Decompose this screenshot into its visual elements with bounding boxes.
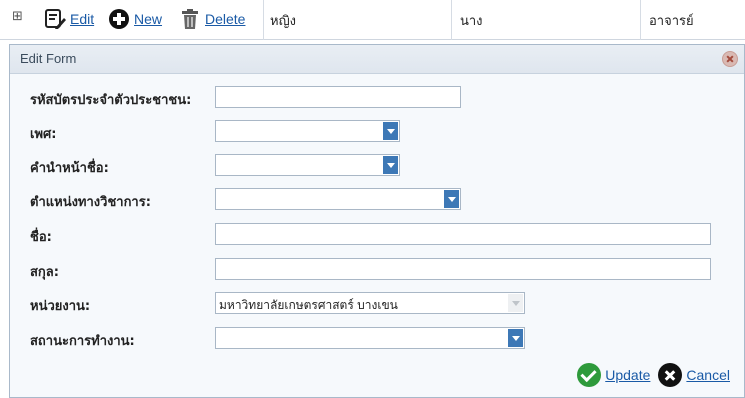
prefix-cell: นาง bbox=[460, 13, 483, 28]
chevron-down-icon[interactable] bbox=[383, 122, 398, 140]
academic-position-select[interactable] bbox=[215, 188, 461, 210]
prefix-label: คำนำหน้าชื่อ: bbox=[30, 161, 109, 176]
chevron-down-icon[interactable] bbox=[383, 156, 398, 174]
column-divider bbox=[263, 0, 264, 40]
delete-command[interactable]: Delete bbox=[179, 8, 245, 30]
column-divider bbox=[451, 0, 452, 40]
last-name-label: สกุล: bbox=[30, 265, 59, 280]
department-select[interactable]: มหาวิทยาลัยเกษตรศาสตร์ บางเขน bbox=[215, 292, 525, 314]
form-title: Edit Form bbox=[20, 51, 77, 66]
gender-label: เพศ: bbox=[30, 127, 57, 142]
prefix-select[interactable] bbox=[215, 154, 400, 176]
department-label: หน่วยงาน: bbox=[30, 299, 91, 314]
chevron-down-icon[interactable] bbox=[444, 190, 459, 208]
academic-position-label: ตำแหน่งทางวิชาการ: bbox=[30, 195, 151, 210]
edit-command[interactable]: Edit bbox=[44, 8, 94, 30]
gender-select[interactable] bbox=[215, 120, 400, 142]
new-link[interactable]: New bbox=[134, 11, 162, 27]
form-header: Edit Form bbox=[10, 45, 744, 74]
checkmark-icon[interactable] bbox=[577, 363, 602, 387]
expand-icon[interactable]: ⊞ bbox=[12, 9, 23, 24]
first-name-label: ชื่อ: bbox=[30, 230, 52, 245]
academic-position-cell: อาจารย์ bbox=[649, 13, 694, 28]
edit-link[interactable]: Edit bbox=[70, 11, 94, 27]
delete-link[interactable]: Delete bbox=[205, 11, 245, 27]
column-divider bbox=[640, 0, 641, 40]
chevron-down-icon bbox=[508, 294, 523, 312]
citizen-id-input[interactable] bbox=[215, 86, 461, 108]
chevron-down-icon[interactable] bbox=[508, 329, 523, 347]
last-name-input[interactable] bbox=[215, 258, 711, 280]
grid-row: ⊞ Edit New Delete หญิง นาง อาจารย์ bbox=[0, 0, 745, 40]
department-value: มหาวิทยาลัยเกษตรศาสตร์ บางเขน bbox=[219, 298, 398, 312]
new-command[interactable]: New bbox=[108, 8, 162, 30]
edit-icon bbox=[45, 9, 66, 29]
trash-icon bbox=[182, 9, 198, 29]
citizen-id-label: รหัสบัตรประจำตัวประชาชน: bbox=[30, 93, 192, 108]
form-actions: Update Cancel bbox=[577, 363, 730, 387]
close-icon[interactable] bbox=[722, 51, 738, 67]
first-name-input[interactable] bbox=[215, 223, 711, 245]
cancel-button[interactable]: Cancel bbox=[686, 367, 730, 383]
work-status-select[interactable] bbox=[215, 327, 525, 349]
update-button[interactable]: Update bbox=[605, 367, 650, 383]
plus-circle-icon bbox=[109, 9, 129, 29]
cancel-icon[interactable] bbox=[658, 363, 683, 387]
edit-form: Edit Form รหัสบัตรประจำตัวประชาชน: เพศ: … bbox=[9, 44, 745, 398]
gender-cell: หญิง bbox=[270, 13, 296, 28]
work-status-label: สถานะการทำงาน: bbox=[30, 334, 135, 349]
